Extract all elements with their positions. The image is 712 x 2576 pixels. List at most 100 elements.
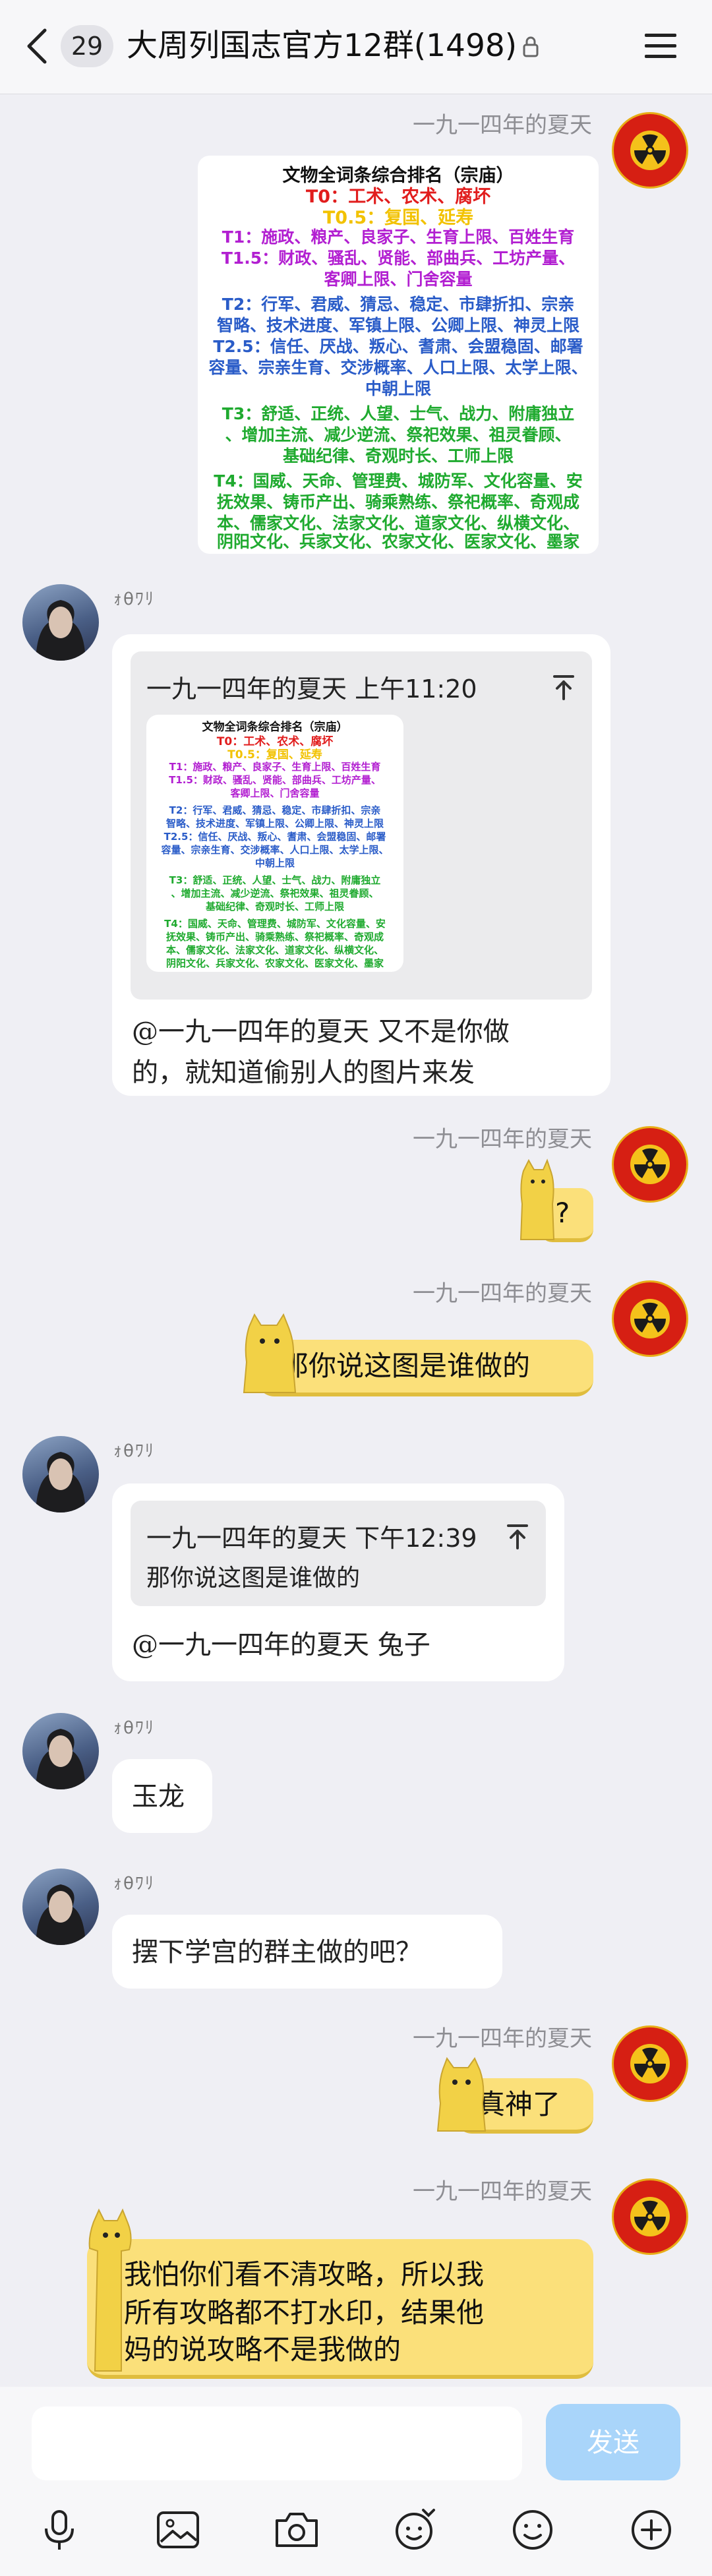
thumb-line: 基础纪律、奇观时长、工师上限 — [205, 901, 344, 913]
plus-icon[interactable] — [628, 2506, 675, 2554]
sender-name: 一九一四年的夏天 — [413, 2178, 592, 2205]
thumb-line: 阴阳文化、兵家文化、农家文化、医家文化、墨家 — [165, 957, 384, 969]
message-bubble[interactable]: 玉龙 — [112, 1759, 212, 1833]
image-line-t2: T2：行军、君威、猜忌、稳定、市肆折扣、宗亲 — [222, 295, 575, 314]
sticker-icon[interactable] — [392, 2506, 439, 2554]
image-line-t25: 容量、宗亲生育、交涉概率、人口上限、太学上限、 — [208, 358, 588, 377]
menu-icon[interactable] — [643, 32, 678, 61]
composer: 发送 — [0, 2387, 712, 2484]
person-icon — [36, 1729, 86, 1789]
quoted-message[interactable]: 一九一四年的夏天 下午12:39 那你说这图是谁做的 — [131, 1501, 546, 1606]
emoji-icon[interactable] — [509, 2506, 556, 2554]
thumb-line: 容量、宗亲生育、交涉概率、人口上限、太学上限、 — [161, 844, 389, 856]
cat-sticker-icon — [88, 2208, 132, 2372]
person-icon — [36, 1884, 86, 1945]
thumb-line: 、增加主流、减少逆流、祭祀效果、祖灵眷顾、 — [171, 887, 379, 899]
thumb-line: T3：舒适、正统、人望、士气、战力、附庸独立 — [169, 874, 381, 886]
image-line-t15: 客卿上限、门舍容量 — [324, 270, 473, 289]
message-bubble[interactable]: 一九一四年的夏天 上午11:20 文物全词条综合排名（宗庙） T0：工术、农术、… — [112, 634, 610, 1096]
image-line-t4: 阴阳文化、兵家文化、农家文化、医家文化、墨家 — [216, 532, 579, 551]
back-arrow-icon[interactable] — [24, 26, 50, 66]
composer-toolbar — [0, 2484, 712, 2576]
pin-top-icon[interactable] — [506, 1523, 529, 1549]
my-avatar[interactable] — [612, 1126, 688, 1203]
sender-name: ｫθﾜﾘ — [113, 1874, 155, 1894]
thumb-line: 智略、技术进度、军镇上限、公卿上限、神灵上限 — [165, 818, 384, 829]
sticker-bubble[interactable]: 我怕你们看不清攻略，所以我 所有攻略都不打水印，结果他 妈的说攻略不是我做的 — [87, 2239, 593, 2379]
quote-text: 那你说这图是谁做的 — [146, 1565, 361, 1592]
message-text: 所有攻略都不打水印，结果他 — [124, 2296, 485, 2329]
other-avatar[interactable] — [22, 1436, 99, 1513]
thumb-line: T2.5：信任、厌战、叛心、耆肃、会盟稳固、邮署 — [163, 831, 386, 843]
message-text: 我怕你们看不清攻略，所以我 — [124, 2258, 485, 2291]
other-avatar[interactable] — [22, 584, 99, 661]
image-line-t4: 抚效果、铸币产出、骑乘熟练、祭祀概率、奇观成 — [216, 493, 579, 512]
thumb-line: 中朝上限 — [254, 857, 295, 869]
other-avatar[interactable] — [22, 1869, 99, 1945]
sender-name: 一九一四年的夏天 — [413, 1126, 592, 1153]
image-line-t2: 智略、技术进度、军镇上限、公卿上限、神灵上限 — [216, 316, 579, 335]
image-line-t3: 基础纪律、奇观时长、工师上限 — [282, 446, 514, 465]
message-text: 妈的说攻略不是我做的 — [124, 2333, 401, 2366]
camera-icon[interactable] — [273, 2506, 320, 2554]
unread-count-badge[interactable]: 29 — [61, 25, 113, 67]
message-text: 摆下学宫的群主做的吧？ — [132, 1937, 422, 1967]
thumb-line: T4：国威、天命、管理费、城防军、文化容量、安 — [164, 918, 386, 930]
cat-sticker-icon — [436, 2056, 487, 2132]
thumb-line: T2：行军、君威、猜忌、稳定、市肆折扣、宗亲 — [169, 804, 381, 816]
my-avatar[interactable] — [612, 2178, 688, 2255]
person-icon — [36, 1452, 86, 1513]
sender-name: ｫθﾜﾘ — [113, 1441, 155, 1461]
my-avatar[interactable] — [612, 1280, 688, 1357]
my-avatar[interactable] — [612, 2025, 688, 2102]
image-line-t1: T1：施政、粮产、良家子、生育上限、百姓生育 — [222, 227, 575, 247]
thumb-line: T1.5：财政、骚乱、贤能、部曲兵、工坊产量、 — [169, 774, 381, 786]
radiation-icon — [630, 1145, 670, 1184]
message-text: @一九一四年的夏天 兔子 — [132, 1630, 430, 1660]
radiation-icon — [630, 2044, 670, 2083]
send-button[interactable]: 发送 — [546, 2404, 680, 2480]
message-text: 的，就知道偷别人的图片来发 — [132, 1058, 475, 1088]
image-message[interactable]: 文物全词条综合排名（宗庙） T0：工术、农术、腐坏 T0.5：复国、延寿 T1：… — [198, 156, 599, 554]
sender-name: 一九一四年的夏天 — [413, 112, 592, 138]
sender-name: ｫθﾜﾘ — [113, 589, 155, 609]
message-input[interactable] — [32, 2407, 522, 2480]
my-avatar[interactable] — [612, 112, 688, 189]
image-line-t15: T1.5：财政、骚乱、贤能、部曲兵、工坊产量、 — [221, 249, 576, 268]
sender-name: ｫθﾜﾘ — [113, 1718, 155, 1738]
thumb-line: 抚效果、铸币产出、骑乘熟练、祭祀概率、奇观成 — [165, 931, 384, 943]
quoted-image-thumbnail[interactable]: 文物全词条综合排名（宗庙） T0：工术、农术、腐坏 T0.5：复国、延寿 T1：… — [146, 715, 403, 972]
message-text: 那你说这图是谁做的 — [281, 1350, 531, 1382]
radiation-icon — [630, 2197, 670, 2236]
thumb-line: 本、儒家文化、法家文化、道家文化、纵横文化、 — [165, 944, 384, 956]
sender-name: 一九一四年的夏天 — [413, 1280, 592, 1307]
chat-header: 29 大周列国志官方12群(1498) — [0, 0, 712, 94]
radiation-icon — [630, 1299, 670, 1338]
image-line-t25: 中朝上限 — [365, 379, 431, 398]
microphone-icon[interactable] — [36, 2506, 83, 2554]
lock-icon — [523, 36, 539, 57]
message-text: 玉龙 — [132, 1782, 185, 1812]
sticker-bubble[interactable]: 那你说这图是谁做的 — [257, 1340, 593, 1396]
quote-sender-time: 一九一四年的夏天 上午11:20 — [146, 674, 477, 704]
image-line-t25: T2.5：信任、厌战、叛心、耆肃、会盟稳固、邮署 — [213, 337, 583, 356]
thumb-line: 客卿上限、门舍容量 — [230, 787, 320, 799]
quote-sender-time: 一九一四年的夏天 下午12:39 — [146, 1524, 477, 1553]
cat-sticker-icon — [243, 1313, 297, 1393]
message-text: @一九一四年的夏天 又不是你做 — [132, 1017, 510, 1047]
quoted-message[interactable]: 一九一四年的夏天 上午11:20 文物全词条综合排名（宗庙） T0：工术、农术、… — [131, 651, 592, 1000]
thumb-line: T1：施政、粮产、良家子、生育上限、百姓生育 — [169, 761, 381, 773]
message-bubble[interactable]: 摆下学宫的群主做的吧？ — [112, 1915, 502, 1989]
group-title[interactable]: 大周列国志官方12群(1498) — [127, 25, 517, 67]
message-bubble[interactable]: 一九一四年的夏天 下午12:39 那你说这图是谁做的 @一九一四年的夏天 兔子 — [112, 1483, 564, 1681]
other-avatar[interactable] — [22, 1713, 99, 1789]
radiation-icon — [630, 131, 670, 170]
person-icon — [36, 600, 86, 661]
cat-sticker-icon — [519, 1158, 555, 1240]
image-icon[interactable] — [154, 2506, 202, 2554]
image-line-t3: T3：舒适、正统、人望、士气、战力、附庸独立 — [222, 404, 575, 423]
image-line-t3: 、增加主流、减少逆流、祭祀效果、祖灵眷顾、 — [225, 425, 572, 444]
message-list[interactable]: 一九一四年的夏天 文物全词条综合排名（宗庙） T0：工术、农术、腐坏 T0.5：… — [0, 94, 712, 2387]
pin-top-icon[interactable] — [552, 674, 575, 700]
sender-name: 一九一四年的夏天 — [413, 2025, 592, 2052]
